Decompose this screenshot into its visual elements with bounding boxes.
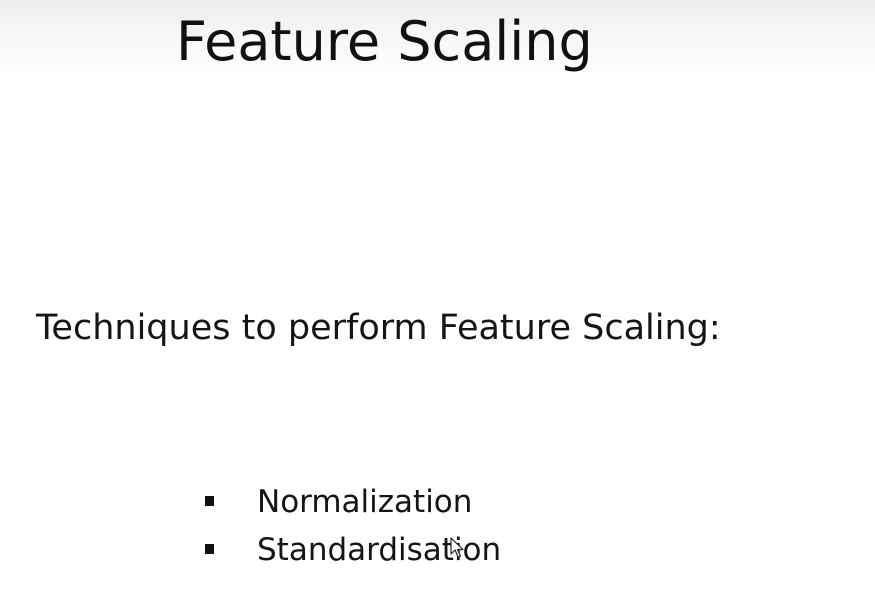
slide-subtitle: Techniques to perform Feature Scaling: <box>36 308 721 348</box>
slide-title: Feature Scaling <box>176 10 593 73</box>
mouse-pointer-icon <box>450 537 464 558</box>
bullet-label: Normalization <box>257 484 473 520</box>
bullet-label: Standardisation <box>257 532 502 568</box>
square-bullet-icon <box>205 496 214 506</box>
presentation-slide: Feature Scaling Techniques to perform Fe… <box>0 0 875 590</box>
square-bullet-icon <box>205 544 214 554</box>
